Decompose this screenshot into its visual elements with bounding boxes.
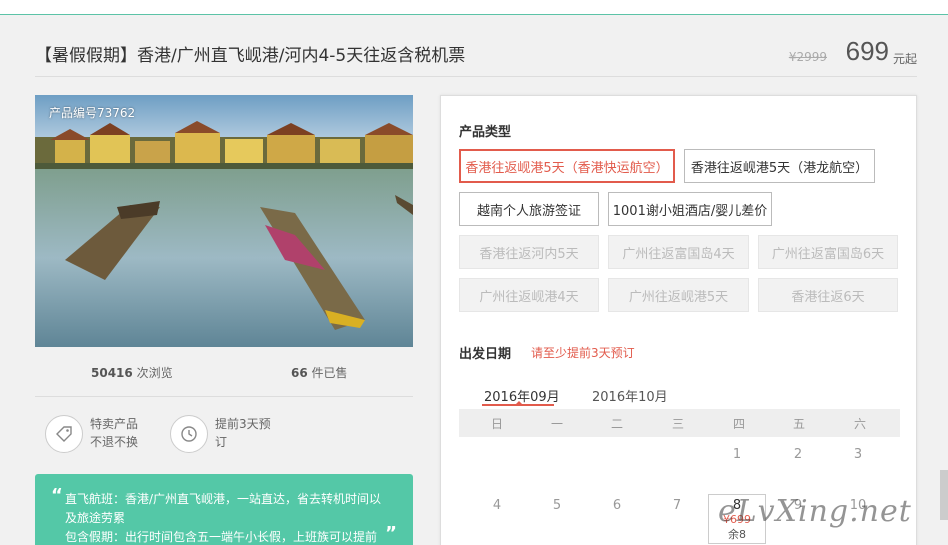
page-scrollbar[interactable] xyxy=(940,470,948,520)
current-price: 699 xyxy=(845,36,889,66)
booking-panel: 产品类型 香港往返岘港5天（香港快运航空） 香港往返岘港5天（港龙航空） 越南个… xyxy=(440,95,917,545)
departure-date-label: 出发日期 xyxy=(459,347,512,362)
tab-month-oct[interactable]: 2016年10月 xyxy=(592,386,668,405)
option-hk-hanoi: 香港往返河内5天 xyxy=(459,235,599,269)
weekday: 五 xyxy=(792,417,805,431)
active-month-caret xyxy=(515,401,523,405)
calendar-day: 4 xyxy=(492,498,502,513)
sold-label: 件已售 xyxy=(311,366,348,380)
weekday: 二 xyxy=(610,417,623,431)
option-hk-danang-dragonair[interactable]: 香港往返岘港5天（港龙航空） xyxy=(684,149,875,183)
option-hotel-infant-diff[interactable]: 1001谢小姐酒店/婴儿差价 xyxy=(608,192,772,226)
product-title: 【暑假假期】香港/广州直飞岘港/河内4-5天往返含税机票 xyxy=(35,46,466,66)
product-header: 【暑假假期】香港/广州直飞岘港/河内4-5天往返含税机票 ¥2999 699 元… xyxy=(35,34,917,77)
sold-stat: 66 件已售 xyxy=(291,364,348,381)
calendar-day: 1 xyxy=(732,447,742,462)
option-gz-danang-5: 广州往返岘港5天 xyxy=(608,278,749,312)
option-hk-6: 香港往返6天 xyxy=(758,278,898,312)
site-watermark: eLvXing.net xyxy=(718,494,912,529)
booking-hint: 请至少提前3天预订 xyxy=(531,346,635,360)
tag-icon xyxy=(45,415,83,453)
weekday: 三 xyxy=(671,417,684,431)
landscape-photo-illustration xyxy=(35,95,413,347)
views-stat: 50416 次浏览 xyxy=(91,364,173,381)
highlight-line: 直飞航班：香港/广州直飞岘港，一站直达，省去转机时间以 xyxy=(65,492,382,506)
calendar-day: 6 xyxy=(612,498,622,513)
feature-special-sale: 特卖产品 不退不换 xyxy=(90,417,139,449)
product-photo[interactable]: 产品编号73762 xyxy=(35,95,413,347)
weekday: 六 xyxy=(853,417,866,431)
price-unit: 元起 xyxy=(892,52,917,66)
weekday: 日 xyxy=(490,417,503,431)
views-count: 50416 xyxy=(91,366,133,380)
feature-advance-booking: 提前3天预 订 xyxy=(215,417,271,449)
weekday-header: 日 一 二 三 四 五 六 xyxy=(459,409,900,437)
calendar-day: 7 xyxy=(672,498,682,513)
product-number: 产品编号73762 xyxy=(49,106,136,120)
views-label: 次浏览 xyxy=(136,366,173,380)
weekday: 四 xyxy=(732,417,745,431)
weekday: 一 xyxy=(550,417,563,431)
calendar-day: 2 xyxy=(793,447,803,462)
product-type-label: 产品类型 xyxy=(459,125,512,140)
option-hk-danang-hkexpress[interactable]: 香港往返岘港5天（香港快运航空） xyxy=(459,149,675,183)
product-stats: 50416 次浏览 66 件已售 xyxy=(35,347,413,397)
sold-count: 66 xyxy=(291,366,308,380)
calendar-day: 3 xyxy=(853,447,863,462)
highlight-line: 包含假期：出行时间包含五一端午小长假，上班族可以提前 xyxy=(65,530,378,544)
option-gz-phuquoc-6: 广州往返富国岛6天 xyxy=(758,235,898,269)
open-quote-icon: “ xyxy=(51,485,63,506)
original-price: ¥2999 xyxy=(788,50,827,64)
highlights-box: “ 直飞航班：香港/广州直飞岘港，一站直达，省去转机时间以 及旅途劳累 包含假期… xyxy=(35,474,413,545)
close-quote-icon: ” xyxy=(385,523,397,544)
option-vietnam-visa[interactable]: 越南个人旅游签证 xyxy=(459,192,599,226)
option-gz-phuquoc-4: 广州往返富国岛4天 xyxy=(608,235,749,269)
option-gz-danang-4: 广州往返岘港4天 xyxy=(459,278,599,312)
highlight-line: 及旅途劳累 xyxy=(65,511,126,525)
top-nav-bar xyxy=(0,0,948,15)
history-icon xyxy=(170,415,208,453)
calendar-day: 5 xyxy=(552,498,562,513)
